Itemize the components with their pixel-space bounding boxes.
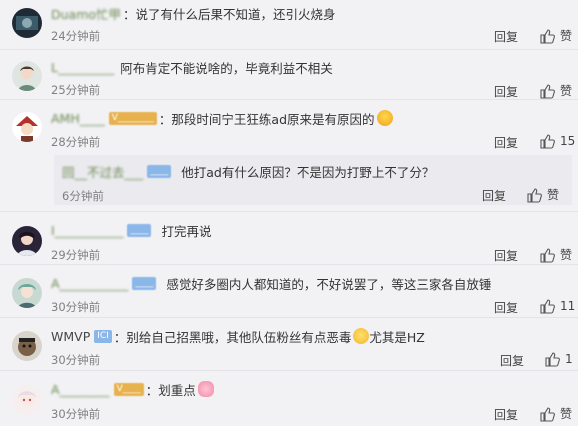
thumbs-up-icon xyxy=(527,187,542,203)
like-label: 赞 xyxy=(560,407,573,421)
username[interactable]: L_________ xyxy=(51,60,114,75)
avatar[interactable] xyxy=(12,331,42,361)
username[interactable]: Duamo忙甲 xyxy=(51,4,121,23)
reply-button[interactable]: 回复 xyxy=(494,83,518,100)
comment-time: 30分钟前 xyxy=(51,300,101,314)
like-label: 赞 xyxy=(560,248,573,262)
thumbs-up-icon xyxy=(545,352,560,367)
like-button[interactable]: 15 xyxy=(539,133,575,149)
avatar[interactable] xyxy=(12,8,42,38)
like-label: 赞 xyxy=(547,188,560,202)
vip-badge: V____ xyxy=(113,382,144,396)
comment-line: I___________ ____ 打完再说 xyxy=(51,221,211,239)
nested-username[interactable]: 回__不过去___ xyxy=(62,162,143,181)
comment-text: 打完再说 xyxy=(161,223,212,239)
reply-button[interactable]: 回复 xyxy=(494,28,518,45)
avatar-image xyxy=(12,8,42,38)
comment-item: AMH____ V________ ：那段时间宁王狂练ad原来是有原因的 28分… xyxy=(0,100,578,212)
like-button[interactable]: 赞 xyxy=(539,246,572,263)
thumbs-up-icon xyxy=(540,134,555,149)
nested-reply-line: 回__不过去___ ____ 他打ad有什么原因？不是因为打野上不了分？ xyxy=(62,162,434,180)
comment-item: A________ V____ ：划重点 30分钟前 回复 赞 xyxy=(0,371,578,426)
comment-text: ：划重点 xyxy=(145,382,196,398)
nested-reply-time: 6分钟前 xyxy=(62,189,104,203)
thumbs-up-icon xyxy=(540,247,555,263)
like-button[interactable]: 赞 xyxy=(539,27,572,44)
like-label: 15 xyxy=(560,134,576,148)
pig-emoji-icon xyxy=(197,381,214,397)
avatar[interactable] xyxy=(12,278,42,308)
avatar-image xyxy=(12,61,42,91)
laugh-emoji-icon xyxy=(376,110,393,126)
avatar[interactable] xyxy=(12,112,42,142)
comment-item: A___________ ____ 感觉好多圈内人都知道的，不好说罢了，等这三家… xyxy=(0,265,578,318)
like-label: 1 xyxy=(565,352,573,366)
comment-text: 感觉好多圈内人都知道的，不好说罢了，等这三家各自放锤 xyxy=(166,276,492,292)
like-label: 赞 xyxy=(560,29,573,43)
like-button[interactable]: 11 xyxy=(539,298,575,314)
thumbs-up-icon xyxy=(540,28,555,44)
comment-line: A___________ ____ 感觉好多圈内人都知道的，不好说罢了，等这三家… xyxy=(51,274,491,292)
reply-button[interactable]: 回复 xyxy=(494,134,518,151)
comment-time: 30分钟前 xyxy=(51,407,101,421)
reply-button[interactable]: 回复 xyxy=(494,299,518,316)
username[interactable]: AMH____ xyxy=(51,111,105,126)
member-badge: ____ xyxy=(147,164,172,178)
nested-like-button[interactable]: 赞 xyxy=(526,186,559,203)
comment-item: WMVP ICI ：别给自己招黑哦，其他队伍粉丝有点恶毒 尤其是HZ 30分钟前… xyxy=(0,318,578,371)
nested-reply-button[interactable]: 回复 xyxy=(482,187,506,204)
comment-item: Duamo忙甲 ：说了有什么后果不知道，还引火烧身 24分钟前 回复 赞 xyxy=(0,0,578,50)
reply-button[interactable]: 回复 xyxy=(494,247,518,264)
comment-line: WMVP ICI ：别给自己招黑哦，其他队伍粉丝有点恶毒 尤其是HZ xyxy=(51,327,425,345)
avatar-image xyxy=(12,112,42,142)
username[interactable]: A________ xyxy=(51,382,110,397)
comment-text-after: 尤其是HZ xyxy=(369,329,425,345)
thumbs-up-icon xyxy=(540,299,555,314)
avatar-image xyxy=(12,278,42,308)
comment-time: 25分钟前 xyxy=(51,83,101,97)
comment-text: 阿布肯定不能说啥的，毕竟利益不相关 xyxy=(120,60,333,76)
username[interactable]: WMVP xyxy=(51,329,90,344)
like-button[interactable]: 赞 xyxy=(539,405,572,422)
comment-text: ：别给自己招黑哦，其他队伍粉丝有点恶毒 xyxy=(113,329,352,345)
comment-item: L_________ 阿布肯定不能说啥的，毕竟利益不相关 25分钟前 回复 赞 xyxy=(0,50,578,100)
avatar[interactable] xyxy=(12,226,42,256)
member-badge: ICI xyxy=(94,329,112,343)
nested-reply-text: 他打ad有什么原因？不是因为打野上不了分？ xyxy=(181,164,435,180)
comment-line: AMH____ V________ ：那段时间宁王狂练ad原来是有原因的 xyxy=(51,109,393,127)
username[interactable]: A___________ xyxy=(51,276,128,291)
avatar-image xyxy=(12,331,42,361)
comment-time: 28分钟前 xyxy=(51,135,101,149)
like-button[interactable]: 1 xyxy=(544,351,573,367)
comment-line: Duamo忙甲 ：说了有什么后果不知道，还引火烧身 xyxy=(51,4,336,22)
nested-reply: 回__不过去___ ____ 他打ad有什么原因？不是因为打野上不了分？ 6分钟… xyxy=(54,155,572,205)
avatar-image xyxy=(12,385,42,415)
sweat-smile-emoji-icon xyxy=(353,328,370,344)
reply-button[interactable]: 回复 xyxy=(500,352,524,369)
username[interactable]: I___________ xyxy=(51,223,123,238)
comment-time: 24分钟前 xyxy=(51,29,101,43)
reply-button[interactable]: 回复 xyxy=(494,406,518,423)
comment-line: L_________ 阿布肯定不能说啥的，毕竟利益不相关 xyxy=(51,58,333,76)
like-label: 11 xyxy=(560,299,576,313)
avatar[interactable] xyxy=(12,61,42,91)
comment-line: A________ V____ ：划重点 xyxy=(51,380,214,398)
member-badge: ____ xyxy=(127,223,152,237)
avatar[interactable] xyxy=(12,385,42,415)
like-button[interactable]: 赞 xyxy=(539,82,572,99)
like-label: 赞 xyxy=(560,84,573,98)
comment-time: 29分钟前 xyxy=(51,248,101,262)
vip-badge: V________ xyxy=(108,111,157,125)
comment-item: I___________ ____ 打完再说 29分钟前 回复 赞 xyxy=(0,212,578,265)
member-badge: ____ xyxy=(132,276,157,290)
comment-text: ：那段时间宁王狂练ad原来是有原因的 xyxy=(158,111,375,127)
comment-time: 30分钟前 xyxy=(51,353,101,367)
thumbs-up-icon xyxy=(540,406,555,422)
avatar-image xyxy=(12,226,42,256)
comment-text: ：说了有什么后果不知道，还引火烧身 xyxy=(123,6,336,22)
thumbs-up-icon xyxy=(540,83,555,99)
